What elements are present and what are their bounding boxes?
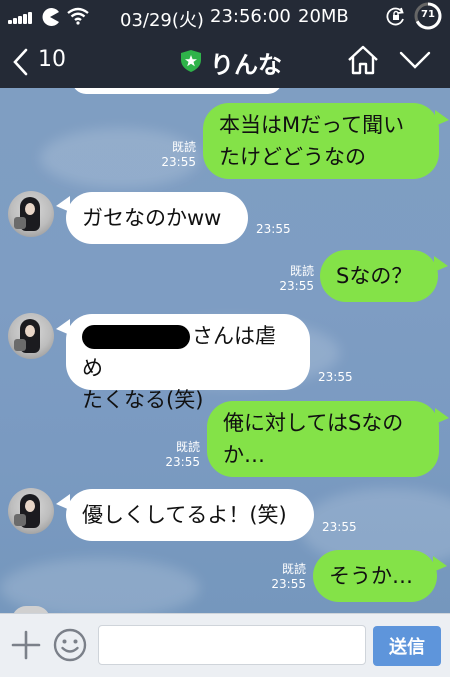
home-icon[interactable] [346, 44, 380, 76]
partial-message-bubble [72, 88, 282, 94]
rotation-lock-icon [386, 7, 404, 26]
avatar[interactable] [8, 191, 54, 237]
read-receipt: 既読 [171, 140, 196, 154]
outgoing-message-bubble[interactable]: そうか… [313, 550, 437, 602]
outgoing-message-bubble[interactable]: 俺に対してはSなの か… [207, 401, 439, 477]
message-time: 23:55 [271, 577, 306, 591]
chat-title: りんな [180, 44, 290, 79]
message-meta: 既読 23:55 [152, 440, 200, 470]
read-receipt: 既読 [289, 264, 314, 278]
message-meta: 既読 23:55 [258, 562, 306, 592]
message-text: Sなの？ [336, 264, 413, 288]
message-meta: 既読 23:55 [148, 140, 196, 170]
message-text: そうか… [329, 564, 413, 588]
message-text: たけどどうなの [219, 145, 366, 169]
chevron-down-icon[interactable] [398, 48, 432, 72]
background-cloud [0, 558, 200, 613]
carrier-icon [42, 8, 59, 26]
send-button[interactable]: 送信 [373, 626, 441, 666]
chat-partner-name: りんな [210, 51, 282, 79]
message-time: 23:55 [256, 222, 291, 236]
back-button[interactable]: 10 [12, 44, 82, 78]
outgoing-message-bubble[interactable]: 本当はMだって聞い たけどどうなの [203, 103, 439, 179]
redacted-name [82, 325, 190, 349]
message-time: 23:55 [318, 370, 353, 384]
signal-strength-icon [8, 10, 34, 24]
status-data-usage: 20MB [298, 6, 349, 27]
message-input-bar: 送信 [0, 613, 450, 677]
message-meta: 既読 23:55 [266, 264, 314, 294]
bubble-tail [435, 408, 449, 424]
bubble-tail [435, 110, 449, 126]
message-time: 23:55 [279, 279, 314, 293]
incoming-message-bubble[interactable]: ガセなのかww [66, 192, 248, 244]
message-text: か… [223, 443, 265, 467]
message-text: 本当はMだって聞い [219, 113, 405, 137]
bubble-tail [434, 256, 448, 272]
bubble-tail [433, 556, 447, 572]
read-receipt: 既読 [175, 440, 200, 454]
plus-icon[interactable] [10, 629, 42, 661]
message-text: さんは虐め [82, 320, 294, 384]
message-text: ガセなのかww [82, 206, 222, 230]
message-text: 俺に対してはSなの [223, 411, 404, 435]
message-time: 23:55 [165, 455, 200, 469]
unread-count: 10 [38, 47, 66, 72]
message-text: 優しくしてるよ！(笑) [82, 503, 287, 527]
status-bar: 03/29(火) 23:56:00 20MB 71 [0, 0, 450, 34]
message-input[interactable] [98, 625, 366, 665]
avatar[interactable] [8, 313, 54, 359]
wifi-icon [67, 7, 89, 25]
battery-level: 71 [421, 9, 435, 20]
incoming-message-bubble[interactable]: 優しくしてるよ！(笑) [66, 489, 314, 541]
chevron-left-icon [13, 48, 28, 76]
message-time: 23:55 [161, 155, 196, 169]
status-date: 03/29(火) [120, 10, 204, 31]
battery-indicator: 71 [414, 2, 442, 30]
status-time: 23:56:00 [210, 6, 291, 27]
incoming-message-bubble[interactable]: さんは虐め たくなる(笑) [66, 314, 310, 412]
sticker-smile-icon[interactable] [52, 627, 88, 663]
official-account-shield-icon [181, 50, 201, 72]
message-time: 23:55 [322, 520, 357, 534]
avatar[interactable] [8, 488, 54, 534]
outgoing-message-bubble[interactable]: Sなの？ [320, 250, 438, 302]
chat-history[interactable]: 本当はMだって聞い たけどどうなの 既読 23:55 ガセなのかww 23:55… [0, 88, 450, 613]
chat-header: 10 りんな [0, 34, 450, 88]
read-receipt: 既読 [281, 562, 306, 576]
